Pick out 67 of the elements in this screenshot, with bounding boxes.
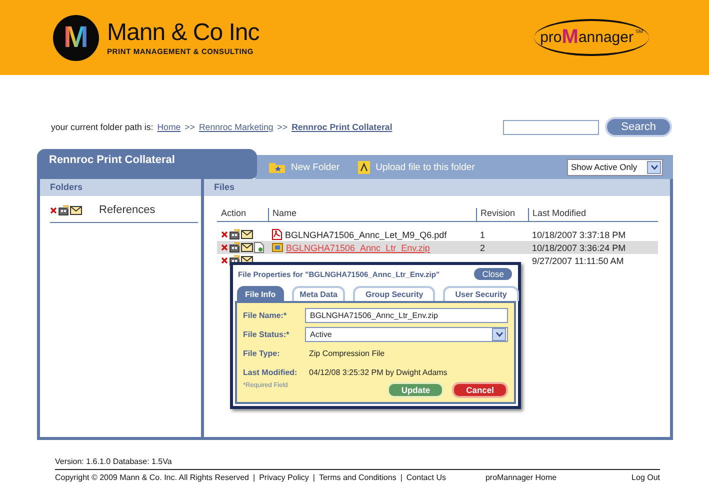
- delete-icon[interactable]: [221, 231, 228, 238]
- modified-cell: 9/27/2007 11:11:50 AM: [528, 254, 658, 267]
- field-value: Zip Compression File: [308, 349, 385, 358]
- folders-heading: Folders: [40, 179, 201, 196]
- dialog-tab[interactable]: File Info: [237, 286, 284, 301]
- delete-icon[interactable]: [50, 206, 57, 214]
- column-header: Revision: [476, 208, 528, 222]
- update-button[interactable]: Update: [387, 382, 444, 398]
- product-logo: proMannager$^{SM}$: [534, 19, 649, 56]
- footer-link[interactable]: Terms and Conditions: [318, 473, 396, 482]
- breadcrumb-link[interactable]: Rennroc Marketing: [198, 122, 274, 132]
- field-label: File Status:*: [243, 330, 290, 339]
- breadcrumb-separator: >>: [184, 122, 195, 132]
- breadcrumb-link[interactable]: Rennroc Print Collateral: [292, 122, 392, 132]
- filter-dropdown[interactable]: Show Active Only: [567, 158, 663, 176]
- dialog-tab[interactable]: Meta Data: [292, 286, 346, 301]
- chevron-down-icon: [650, 164, 658, 170]
- delete-icon[interactable]: [221, 244, 228, 251]
- briefcase-icon[interactable]: [229, 242, 240, 253]
- company-name: Mann & Co Inc: [107, 19, 260, 47]
- company-logo: M: [53, 14, 99, 60]
- folder-name[interactable]: References: [99, 204, 156, 216]
- breadcrumb-link[interactable]: Home: [157, 122, 181, 132]
- envelope-icon[interactable]: [70, 206, 82, 214]
- separator: |: [400, 473, 402, 482]
- field-label: File Name:*: [243, 311, 288, 320]
- cancel-button[interactable]: Cancel: [452, 382, 508, 398]
- version-text: Version: 1.6.1.0 Database: 1.5Va: [55, 457, 173, 466]
- column-header: Name: [268, 208, 476, 222]
- search-button[interactable]: Search: [605, 117, 672, 137]
- envelope-icon[interactable]: [241, 243, 253, 252]
- modified-cell: 10/18/2007 3:37:18 PM: [528, 222, 658, 241]
- footer-link[interactable]: Contact Us: [406, 473, 446, 482]
- copyright-text: Copyright © 2009 Mann & Co. Inc. All Rights Reserved: [55, 473, 249, 482]
- home-link[interactable]: proMannager Home: [485, 473, 557, 482]
- upload-icon: [358, 160, 370, 174]
- revision-cell: 2: [476, 241, 528, 254]
- revision-cell: 1: [476, 222, 528, 241]
- envelope-icon[interactable]: [241, 230, 253, 239]
- pdf-file-icon: [272, 229, 282, 240]
- search-field[interactable]: [503, 120, 600, 134]
- file-link[interactable]: BGLNGHA71506_Annc_Let_M9_Q6.pdf: [285, 230, 447, 240]
- files-heading: Files: [204, 179, 670, 196]
- file-name-field[interactable]: BGLNGHA71506_Annc_Ltr_Env.zip: [305, 308, 508, 323]
- briefcase-icon[interactable]: [58, 204, 69, 216]
- breadcrumb-separator: >>: [277, 122, 288, 132]
- separator: |: [312, 473, 315, 482]
- document-icon[interactable]: [254, 242, 264, 253]
- folder-icon: [269, 161, 285, 173]
- field-label: File Type:: [243, 349, 281, 358]
- briefcase-icon[interactable]: [229, 229, 240, 240]
- dialog-tab[interactable]: Group Security: [353, 286, 436, 301]
- column-header: Action: [217, 208, 268, 222]
- field-value: 04/12/08 3:25:32 PM by Dwight Adams: [308, 368, 448, 377]
- column-header: Last Modified: [528, 208, 658, 222]
- dialog-tab[interactable]: User Security: [443, 286, 519, 301]
- field-label: Last Modified:: [243, 368, 298, 377]
- modified-cell: 10/18/2007 3:36:24 PM: [528, 241, 658, 254]
- close-button[interactable]: Close: [474, 268, 512, 280]
- delete-icon[interactable]: [221, 257, 228, 264]
- logout-link[interactable]: Log Out: [632, 473, 660, 482]
- footer-link[interactable]: Privacy Policy: [259, 473, 309, 482]
- status-dropdown[interactable]: Active: [305, 327, 508, 342]
- separator: |: [253, 473, 256, 482]
- archive-file-icon: [272, 242, 283, 253]
- breadcrumb-label: your current folder path is:: [51, 122, 154, 132]
- chevron-down-icon: [496, 332, 502, 337]
